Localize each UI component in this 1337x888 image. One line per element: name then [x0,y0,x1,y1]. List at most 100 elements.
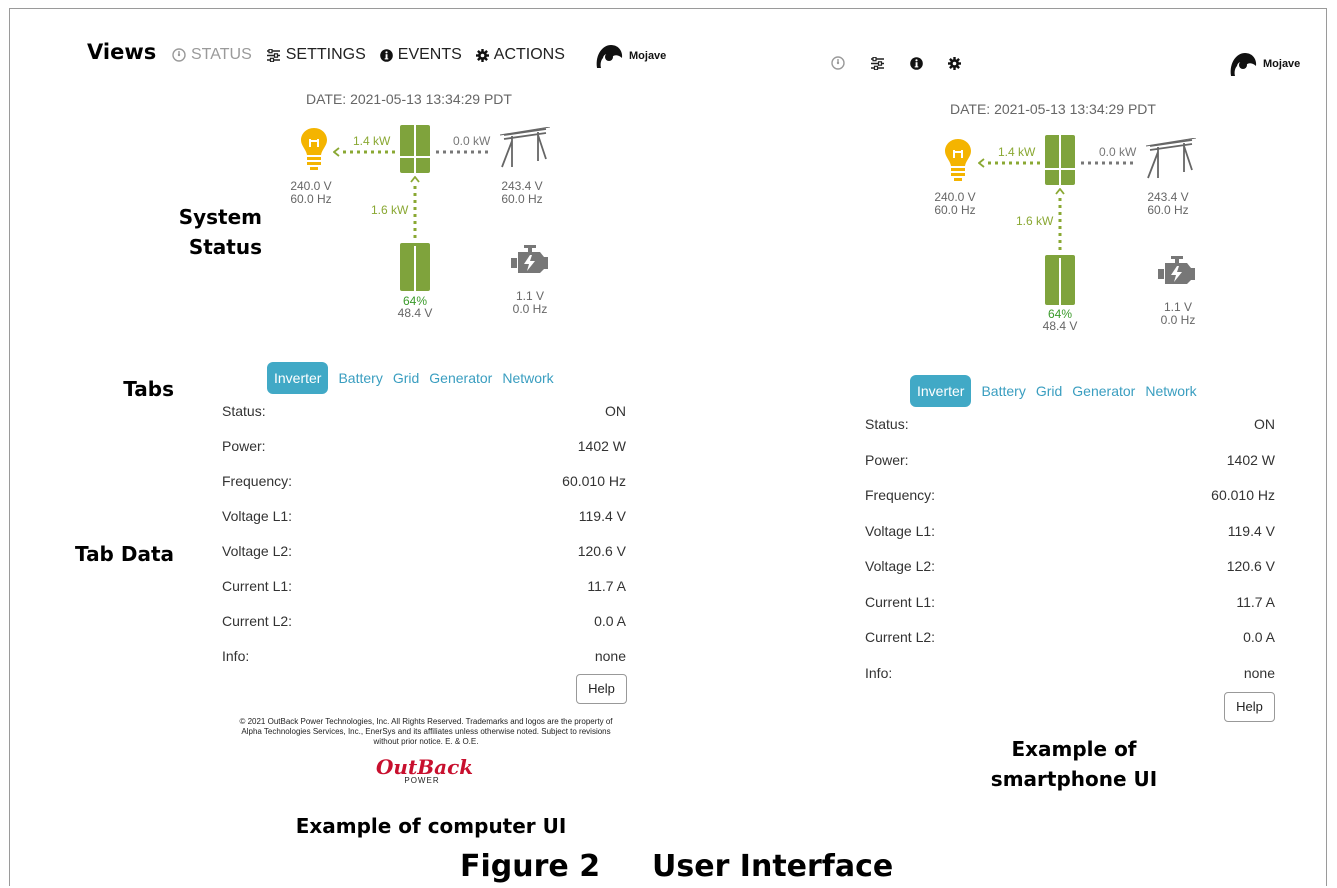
row-label: Frequency: [865,487,936,503]
data-row-info: Info: none [865,665,1275,701]
gear-icon [475,48,489,62]
callout-tab-data: Tab Data [75,542,174,566]
battery-icon[interactable] [1045,255,1075,305]
load-bulb-icon [301,128,327,170]
row-label: Current L1: [865,593,936,610]
row-label: Power: [865,451,909,468]
grid-meta: 243.4 V 60.0 Hz [498,180,546,206]
data-row-current-l1: Current L1: 11.7 A [865,594,1275,630]
desktop-user-menu[interactable]: Mojave [595,44,666,68]
battery-icon[interactable] [400,243,430,291]
grid-power-label: 0.0 kW [453,134,491,148]
tab-inverter[interactable]: Inverter [267,362,329,394]
battery-voltage: 48.4 V [1042,319,1078,333]
row-value: 0.0 A [594,613,626,629]
nav-settings[interactable]: SETTINGS [266,46,366,64]
inverter-icon[interactable] [1045,135,1075,185]
tab-generator[interactable]: Generator [429,370,492,386]
row-label: Current L2: [865,629,936,645]
gauge-icon[interactable] [831,56,845,70]
load-flow-dots [978,158,1042,168]
battery-power-label: 1.6 kW [1016,214,1054,228]
tab-battery[interactable]: Battery [338,370,382,386]
mobile-user-menu[interactable]: Mojave [1229,52,1300,76]
tab-network[interactable]: Network [1145,383,1196,399]
nav-actions[interactable]: ACTIONS [475,46,565,64]
info-circle-icon [379,48,393,62]
grid-tower-icon [500,127,550,168]
nav-events[interactable]: EVENTS [379,46,462,64]
inverter-icon[interactable] [400,125,430,173]
row-value: ON [1254,416,1275,432]
generator-frequency: 0.0 Hz [512,302,548,316]
generator-meta: 1.1 V 0.0 Hz [1156,301,1200,327]
help-button[interactable]: Help [1224,692,1275,722]
grid-flow-dots [1081,161,1137,165]
desktop-tab-data: Status: ON Power: 1402 W Frequency: 60.010 … [222,403,626,683]
data-row-status: Status: ON [865,416,1275,452]
load-meta: 240.0 V 60.0 Hz [932,191,978,217]
nav-actions-label: ACTIONS [493,46,565,63]
data-row-voltage-l2: Voltage L2: 120.6 V [865,558,1275,594]
help-button[interactable]: Help [576,674,627,704]
data-row-info: Info: none [222,648,626,683]
load-power-label: 1.4 kW [998,145,1036,159]
mobile-date: DATE: 2021-05-13 13:34:29 PDT [950,101,1156,117]
grid-power-label: 0.0 kW [1099,145,1137,159]
tab-network[interactable]: Network [502,370,553,386]
row-value: 120.6 V [1226,558,1275,574]
tab-generator[interactable]: Generator [1072,383,1135,399]
data-row-power: Power: 1402 W [865,452,1275,488]
row-label: Current L2: [222,613,293,629]
copyright-line1: © 2021 OutBack Power Technologies, Inc. … [239,717,613,726]
row-label: Voltage L1: [222,508,293,524]
nav-status-label: STATUS [191,46,252,63]
grid-tower-icon [1146,138,1196,179]
desktop-tabs: Inverter Battery Grid Generator Network [267,362,554,394]
nav-events-label: EVENTS [397,46,462,63]
caption-smartphone-line1: Example of [1011,737,1137,761]
caption-smartphone: Example of smartphone UI [970,734,1178,794]
tab-grid[interactable]: Grid [393,370,419,386]
user-name: Mojave [629,50,667,62]
mobile-system-diagram: 1.4 kW 0.0 kW 240.0 V 60.0 Hz 243.4 V 60… [932,130,1202,340]
data-row-status: Status: ON [222,403,626,438]
desktop-date: DATE: 2021-05-13 13:34:29 PDT [306,91,512,107]
user-name: Mojave [1263,58,1301,70]
data-row-current-l2: Current L2: 0.0 A [865,629,1275,665]
grid-frequency: 60.0 Hz [1147,203,1189,217]
tab-inverter[interactable]: Inverter [910,375,972,407]
data-row-current-l2: Current L2: 0.0 A [222,613,626,648]
data-row-voltage-l2: Voltage L2: 120.6 V [222,543,626,578]
grid-meta: 243.4 V 60.0 Hz [1144,191,1192,217]
data-row-frequency: Frequency: 60.010 Hz [222,473,626,508]
load-bulb-icon [945,139,971,181]
gear-icon[interactable] [948,56,961,70]
tab-grid[interactable]: Grid [1036,383,1062,399]
generator-engine-icon[interactable] [1157,256,1197,286]
caption-smartphone-line2: smartphone UI [990,767,1158,791]
data-row-current-l1: Current L1: 11.7 A [222,578,626,613]
data-row-frequency: Frequency: 60.010 Hz [865,487,1275,523]
row-label: Info: [222,648,250,664]
row-value: 120.6 V [577,543,626,559]
data-row-voltage-l1: Voltage L1: 119.4 V [865,523,1275,559]
generator-frequency: 0.0 Hz [1160,313,1196,327]
copyright-footer: © 2021 OutBack Power Technologies, Inc. … [214,717,638,747]
outback-logo-text: OutBack [376,755,474,779]
info-circle-icon[interactable] [910,56,923,70]
row-label: Power: [222,438,266,454]
desktop-system-diagram: 1.4 kW 0.0 kW 240.0 V 60.0 Hz 243.4 V 60… [288,120,558,330]
battery-voltage: 48.4 V [397,306,433,320]
sliders-icon[interactable] [870,56,885,70]
tab-battery[interactable]: Battery [981,383,1025,399]
sliders-icon [266,48,280,62]
battery-power-label: 1.6 kW [371,203,409,217]
avatar-icon [1230,53,1257,76]
generator-meta: 1.1 V 0.0 Hz [508,290,552,316]
callout-system-status-line1: System [178,205,262,229]
data-row-voltage-l1: Voltage L1: 119.4 V [222,508,626,543]
nav-status[interactable]: STATUS [172,46,252,64]
generator-engine-icon[interactable] [510,245,550,275]
row-value: 11.7 A [587,578,626,594]
